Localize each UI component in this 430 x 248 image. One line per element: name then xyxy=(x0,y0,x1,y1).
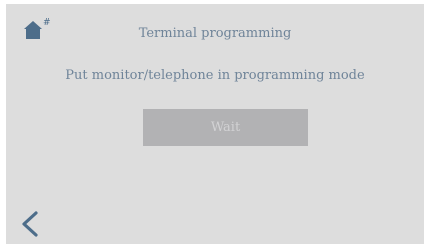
wait-button[interactable]: Wait xyxy=(143,109,308,146)
back-button[interactable] xyxy=(18,209,42,239)
page-title: Terminal programming xyxy=(138,26,292,41)
terminal-programming-screen: # Terminal programming Put monitor/telep… xyxy=(6,4,424,244)
chevron-left-icon xyxy=(22,211,38,237)
instruction-text: Put monitor/telephone in programming mod… xyxy=(65,68,365,83)
